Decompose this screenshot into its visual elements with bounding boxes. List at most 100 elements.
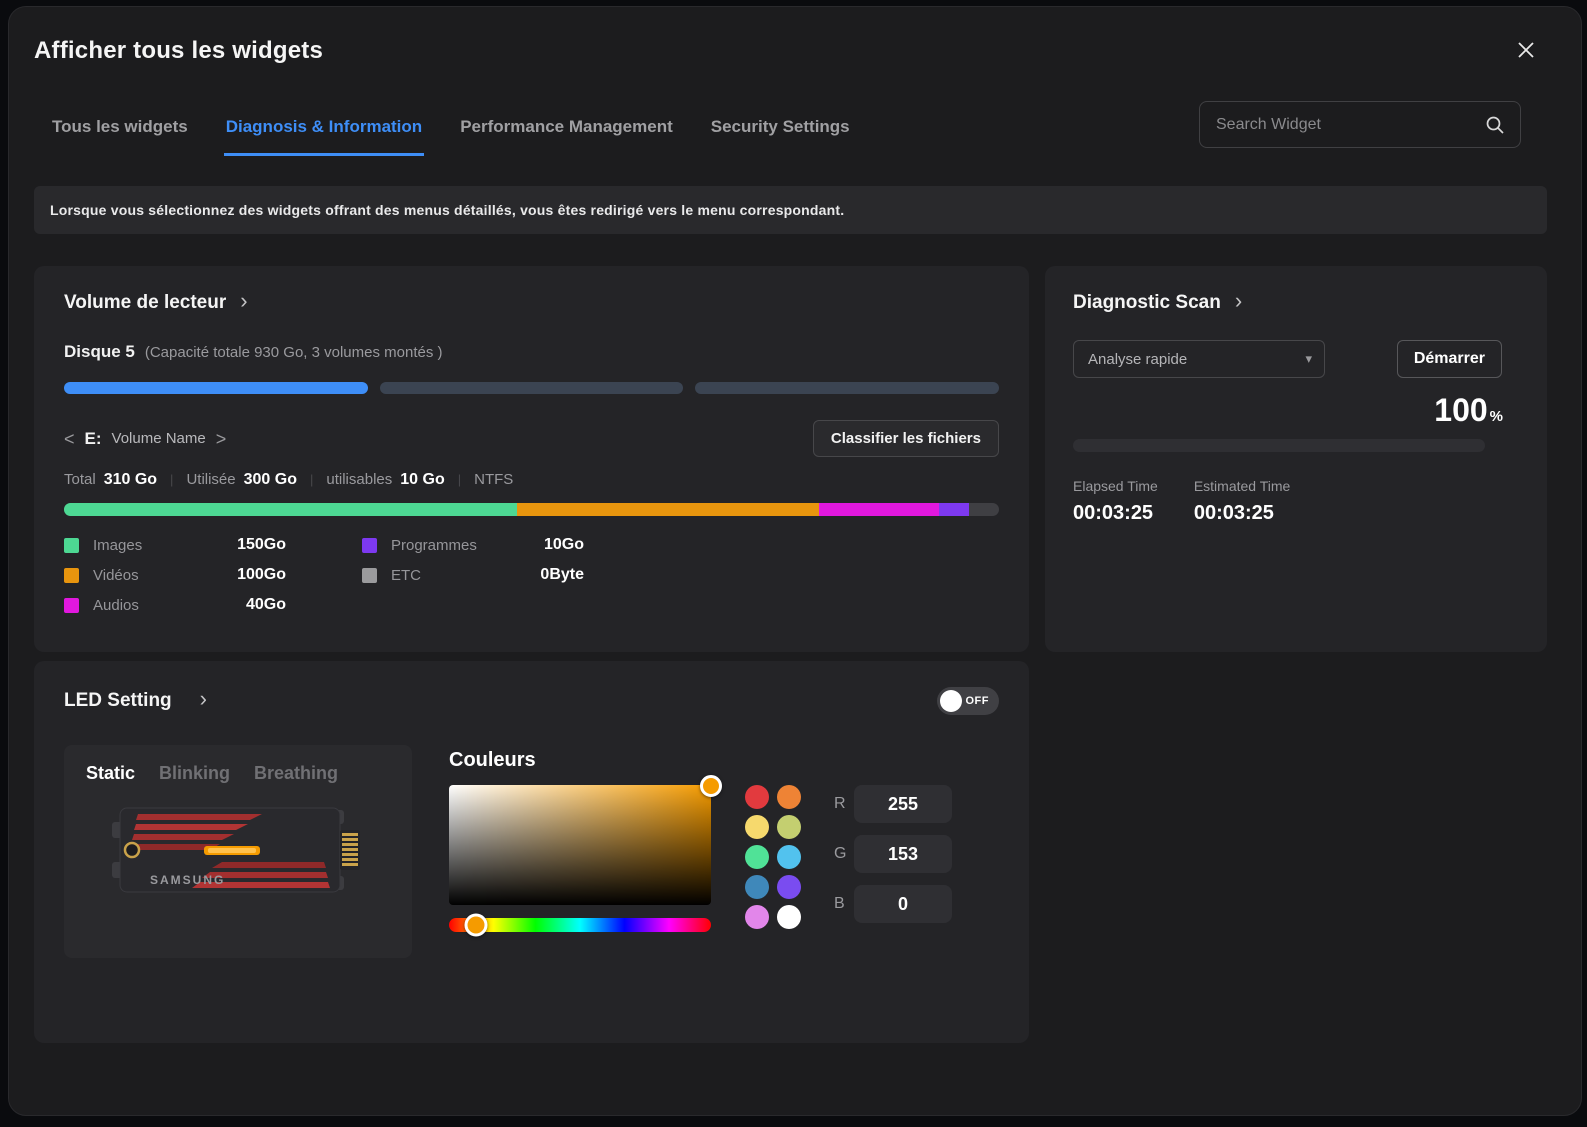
chevron-right-icon[interactable]: › bbox=[200, 690, 207, 708]
usage-bar bbox=[64, 503, 999, 516]
volume-stat-utilis-e: Utilisée300 Go bbox=[157, 471, 297, 489]
diagnostic-scan-widget: Diagnostic Scan › Analyse rapide ▾ Démar… bbox=[1045, 266, 1547, 652]
color-swatches bbox=[745, 785, 801, 932]
legend-value: 0Byte bbox=[540, 566, 584, 584]
tab-tous-les-widgets[interactable]: Tous les widgets bbox=[50, 113, 190, 156]
volume-name: Volume Name bbox=[112, 430, 206, 447]
disk-volume-segment-1[interactable] bbox=[64, 382, 368, 394]
legend-swatch-icon bbox=[64, 598, 79, 613]
legend-label: Images bbox=[93, 537, 142, 554]
disk-capacity-info: (Capacité totale 930 Go, 3 volumes monté… bbox=[145, 344, 443, 361]
rgb-row-b: B bbox=[834, 885, 952, 923]
stat-label: Utilisée bbox=[186, 471, 235, 488]
drive-volume-title: Volume de lecteur bbox=[64, 292, 226, 314]
color-swatch-yellow-green[interactable] bbox=[777, 815, 801, 839]
rgb-row-r: R bbox=[834, 785, 952, 823]
g-value-field[interactable] bbox=[854, 835, 952, 873]
volume-prev-icon[interactable]: < bbox=[64, 431, 75, 447]
legend-item-vid-os: Vidéos 100Go bbox=[64, 566, 286, 584]
volume-stats: Total310 GoUtilisée300 Goutilisables10 G… bbox=[64, 471, 999, 489]
page-title: Afficher tous les widgets bbox=[34, 37, 323, 65]
legend-value: 40Go bbox=[246, 596, 286, 614]
tab-diagnosis-information[interactable]: Diagnosis & Information bbox=[224, 113, 424, 156]
tab-security-settings[interactable]: Security Settings bbox=[709, 113, 852, 156]
color-swatch-steel-blue[interactable] bbox=[745, 875, 769, 899]
led-setting-widget: LED Setting › OFF StaticBlinkingBreathin… bbox=[34, 661, 1029, 1043]
scan-progress-value: 100 bbox=[1434, 392, 1487, 428]
disk-volume-segment-3[interactable] bbox=[695, 382, 999, 394]
led-mode-blinking[interactable]: Blinking bbox=[159, 763, 230, 784]
saturation-value-panel[interactable] bbox=[449, 785, 711, 905]
start-scan-button[interactable]: Démarrer bbox=[1397, 340, 1502, 378]
search-icon[interactable] bbox=[1484, 114, 1506, 136]
usage-segment-vid-os bbox=[517, 503, 819, 516]
led-mode-panel: Static Blinking Breathing bbox=[64, 745, 412, 958]
led-mode-static[interactable]: Static bbox=[86, 763, 135, 784]
scan-type-select[interactable]: Analyse rapide ▾ bbox=[1073, 340, 1325, 378]
close-icon bbox=[1516, 40, 1536, 60]
saturation-handle[interactable] bbox=[700, 775, 722, 797]
rgb-channel-label: B bbox=[834, 895, 854, 913]
color-swatch-green[interactable] bbox=[745, 845, 769, 869]
drive-volume-widget: Volume de lecteur › Disque 5 (Capacité t… bbox=[34, 266, 1029, 652]
scan-progress-percent: 100% bbox=[1073, 392, 1503, 429]
volume-stat-utilisables: utilisables10 Go bbox=[297, 471, 445, 489]
legend-label: Audios bbox=[93, 597, 139, 614]
color-swatch-yellow[interactable] bbox=[745, 815, 769, 839]
chevron-right-icon[interactable]: › bbox=[1235, 292, 1242, 310]
svg-text:SAMSUNG: SAMSUNG bbox=[150, 873, 225, 887]
volume-next-icon[interactable]: > bbox=[216, 431, 227, 447]
hue-slider[interactable] bbox=[449, 918, 711, 932]
scan-progress-bar bbox=[1073, 439, 1485, 452]
search-input[interactable] bbox=[1216, 116, 1484, 134]
diagnostic-scan-title: Diagnostic Scan bbox=[1073, 292, 1221, 314]
color-swatch-purple[interactable] bbox=[777, 875, 801, 899]
disk-volume-segments bbox=[64, 382, 999, 394]
legend-swatch-icon bbox=[362, 568, 377, 583]
stat-label: Total bbox=[64, 471, 96, 488]
led-mode-tabs: Static Blinking Breathing bbox=[86, 763, 390, 784]
rgb-channel-label: R bbox=[834, 795, 854, 813]
legend-value: 100Go bbox=[237, 566, 286, 584]
color-swatch-sky-blue[interactable] bbox=[777, 845, 801, 869]
colors-title: Couleurs bbox=[449, 749, 952, 772]
scan-type-value: Analyse rapide bbox=[1088, 351, 1187, 368]
legend-label: Programmes bbox=[391, 537, 477, 554]
legend-value: 150Go bbox=[237, 536, 286, 554]
legend-swatch-icon bbox=[362, 538, 377, 553]
hue-handle[interactable] bbox=[464, 914, 487, 937]
legend-label: Vidéos bbox=[93, 567, 139, 584]
tab-performance-management[interactable]: Performance Management bbox=[458, 113, 675, 156]
legend-item-audios: Audios 40Go bbox=[64, 596, 286, 614]
legend-swatch-icon bbox=[64, 538, 79, 553]
stat-label: NTFS bbox=[474, 471, 513, 488]
stat-value: 10 Go bbox=[400, 471, 444, 489]
classify-files-button[interactable]: Classifier les fichiers bbox=[813, 420, 999, 457]
usage-segment-programmes bbox=[939, 503, 969, 516]
volume-stat-total: Total310 Go bbox=[64, 471, 157, 489]
rgb-inputs: R G B bbox=[834, 785, 952, 932]
color-swatch-orchid[interactable] bbox=[745, 905, 769, 929]
disk-label: Disque 5 bbox=[64, 342, 135, 362]
b-value-field[interactable] bbox=[854, 885, 952, 923]
ssd-image: SAMSUNG bbox=[112, 800, 364, 900]
disk-volume-segment-2[interactable] bbox=[380, 382, 684, 394]
volume-stat-ntfs: NTFS bbox=[445, 471, 514, 488]
elapsed-time-value: 00:03:25 bbox=[1073, 502, 1158, 525]
r-value-field[interactable] bbox=[854, 785, 952, 823]
legend-item-images: Images 150Go bbox=[64, 536, 286, 554]
rgb-channel-label: G bbox=[834, 845, 854, 863]
close-button[interactable] bbox=[1511, 35, 1541, 65]
info-banner: Lorsque vous sélectionnez des widgets of… bbox=[34, 186, 1547, 234]
color-swatch-red[interactable] bbox=[745, 785, 769, 809]
color-swatch-white[interactable] bbox=[777, 905, 801, 929]
elapsed-time-label: Elapsed Time bbox=[1073, 478, 1158, 494]
rgb-row-g: G bbox=[834, 835, 952, 873]
estimated-time-label: Estimated Time bbox=[1194, 478, 1290, 494]
color-swatch-orange[interactable] bbox=[777, 785, 801, 809]
led-mode-breathing[interactable]: Breathing bbox=[254, 763, 338, 784]
led-toggle[interactable]: OFF bbox=[937, 687, 999, 715]
chevron-right-icon[interactable]: › bbox=[240, 292, 247, 310]
colors-section: Couleurs R G B bbox=[449, 745, 952, 958]
info-banner-text: Lorsque vous sélectionnez des widgets of… bbox=[50, 202, 844, 218]
